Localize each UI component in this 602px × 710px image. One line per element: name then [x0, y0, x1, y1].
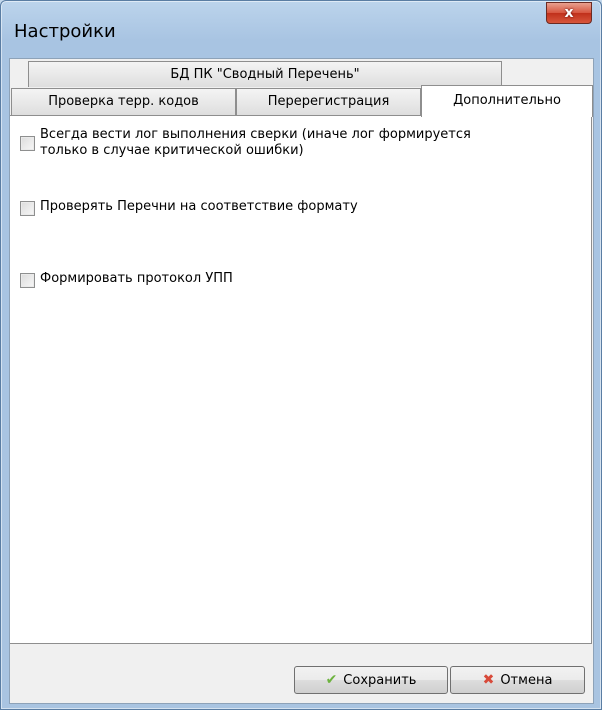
- cross-icon: ✖: [482, 672, 495, 688]
- check-format-label: Проверять Перечни на соответствие формат…: [40, 199, 358, 214]
- cancel-button-label: Отмена: [500, 672, 553, 688]
- tab-strip: БД ПК "Сводный Перечень" Проверка терр. …: [10, 59, 593, 117]
- close-icon: x: [564, 5, 574, 21]
- option-always-log[interactable]: Всегда вести лог выполнения сверки (инач…: [20, 127, 471, 159]
- check-icon: ✔: [325, 672, 338, 688]
- tab-territory-codes[interactable]: Проверка терр. кодов: [11, 88, 236, 115]
- upp-protocol-label: Формировать протокол УПП: [40, 271, 233, 286]
- cancel-button[interactable]: ✖ Отмена: [450, 666, 585, 694]
- window-title: Настройки: [14, 21, 116, 42]
- save-button[interactable]: ✔ Сохранить: [294, 666, 448, 694]
- option-upp-protocol[interactable]: Формировать протокол УПП: [20, 271, 233, 288]
- tab-bd-pk[interactable]: БД ПК "Сводный Перечень": [28, 61, 502, 87]
- tab-panel-additional: Всегда вести лог выполнения сверки (инач…: [10, 115, 592, 644]
- always-log-checkbox[interactable]: [20, 136, 35, 151]
- button-bar: ✔ Сохранить ✖ Отмена: [10, 644, 593, 703]
- upp-protocol-checkbox[interactable]: [20, 273, 35, 288]
- close-button[interactable]: x: [546, 2, 592, 24]
- option-check-format[interactable]: Проверять Перечни на соответствие формат…: [20, 199, 358, 216]
- tab-additional[interactable]: Дополнительно: [421, 85, 593, 117]
- save-button-label: Сохранить: [343, 672, 417, 688]
- tab-reregistration[interactable]: Перерегистрация: [236, 88, 421, 115]
- settings-window: Настройки x БД ПК "Сводный Перечень" Про…: [0, 0, 602, 710]
- dialog-client-area: БД ПК "Сводный Перечень" Проверка терр. …: [9, 58, 594, 704]
- always-log-label: Всегда вести лог выполнения сверки (инач…: [40, 127, 471, 158]
- check-format-checkbox[interactable]: [20, 201, 35, 216]
